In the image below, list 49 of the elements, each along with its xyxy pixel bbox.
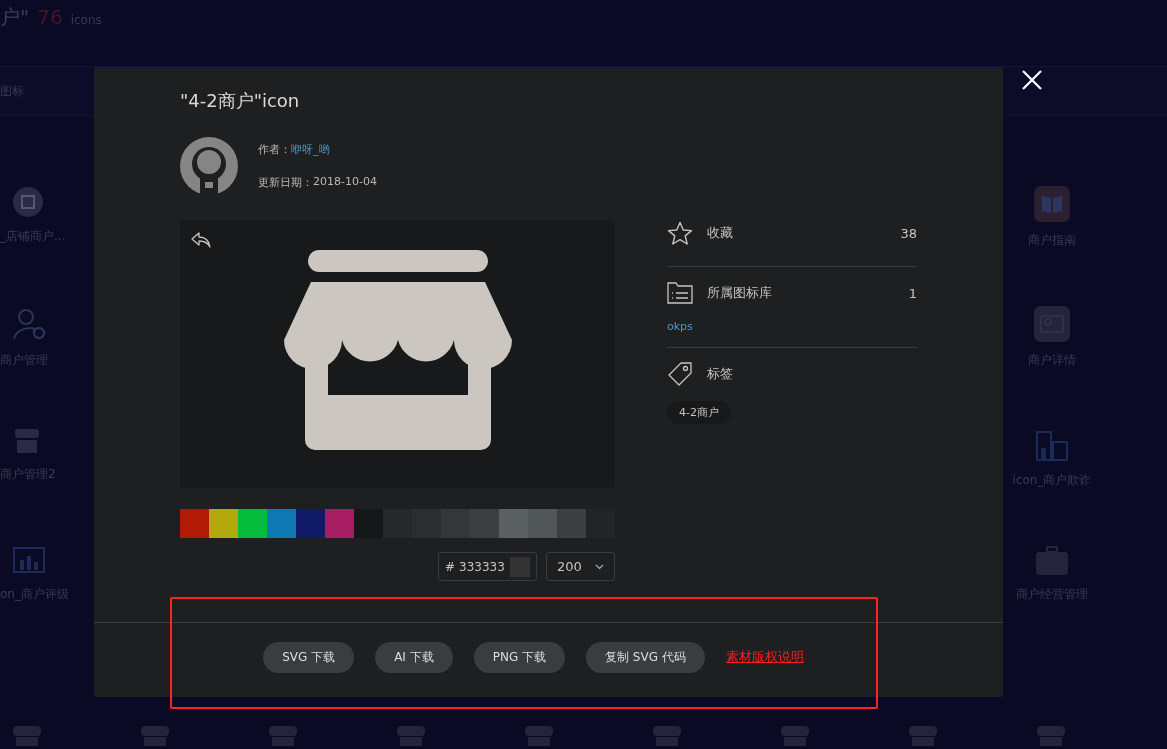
color-swatch[interactable] <box>412 509 441 538</box>
color-swatch[interactable] <box>180 509 209 538</box>
author-label: 作者： <box>258 142 291 157</box>
date-label: 更新日期： <box>258 175 313 190</box>
color-swatch[interactable] <box>238 509 267 538</box>
badge-icon[interactable] <box>12 186 44 218</box>
folder-list-icon <box>667 282 693 304</box>
color-input[interactable]: # 333333 <box>438 552 537 581</box>
back-icon[interactable] <box>191 232 211 248</box>
library-count: 1 <box>908 285 917 301</box>
dialog-title: "4-2商户"icon <box>180 89 301 113</box>
color-swatch[interactable] <box>296 509 325 538</box>
color-swatch[interactable] <box>499 509 528 538</box>
library-link[interactable]: okps <box>667 320 917 333</box>
color-swatch[interactable] <box>354 509 383 538</box>
avatar-icon <box>180 137 238 195</box>
color-swatch[interactable] <box>209 509 238 538</box>
close-icon[interactable] <box>1021 69 1043 91</box>
id-card-icon[interactable] <box>1034 306 1070 342</box>
favorites-label: 收藏 <box>707 224 734 242</box>
color-swatch[interactable] <box>470 509 499 538</box>
color-swatch[interactable] <box>557 509 586 538</box>
chart-icon[interactable] <box>12 546 46 576</box>
color-swatch[interactable] <box>325 509 354 538</box>
download-button[interactable]: SVG 下载 <box>263 641 355 673</box>
store-icon <box>282 250 513 452</box>
star-icon[interactable] <box>667 220 693 246</box>
size-select[interactable]: 200 <box>546 552 615 581</box>
color-swatch[interactable] <box>267 509 296 538</box>
store-icon[interactable] <box>12 426 42 456</box>
tag-icon <box>667 361 693 387</box>
chevron-icon <box>595 563 604 570</box>
briefcase-icon[interactable] <box>1035 546 1069 576</box>
author-link[interactable]: 咿呀_哟 <box>291 142 330 157</box>
update-date: 2018-10-04 <box>313 175 377 190</box>
library-label: 所属图标库 <box>707 284 773 302</box>
color-swatch[interactable] <box>528 509 557 538</box>
icon-count: 76 <box>37 5 63 29</box>
color-swatch[interactable] <box>586 509 615 538</box>
favorites-count: 38 <box>900 225 917 241</box>
tag-chip[interactable]: 4-2商户 <box>667 401 731 424</box>
color-swatch[interactable] <box>441 509 470 538</box>
book-icon[interactable] <box>1034 186 1070 222</box>
color-swatch[interactable] <box>383 509 412 538</box>
tags-label: 标签 <box>707 365 734 383</box>
download-button[interactable]: PNG 下载 <box>473 641 566 673</box>
download-button[interactable]: AI 下载 <box>375 641 453 673</box>
copyright-link[interactable]: 素材版权说明 <box>725 648 804 666</box>
download-button[interactable]: 复制 SVG 代码 <box>586 641 705 673</box>
